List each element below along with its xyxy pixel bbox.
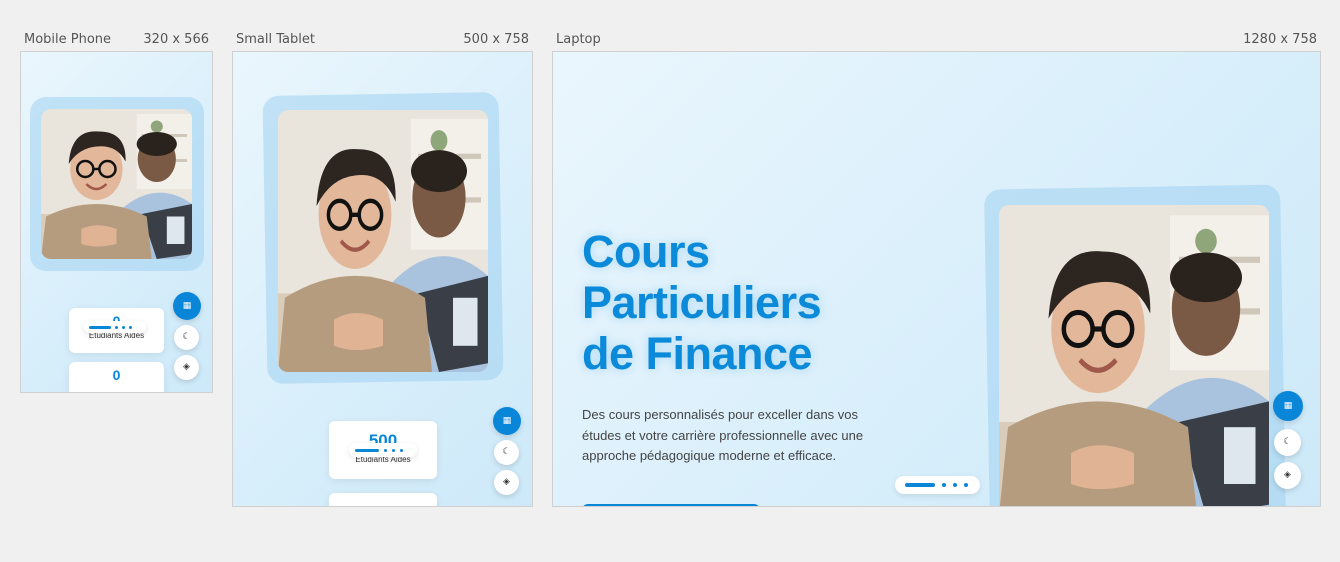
laptop-preview: Laptop 1280 x 758 Cours Particuliers de … [552,32,1321,507]
language-button[interactable]: ◈ [494,470,519,495]
stat-card: 0 Étudiants Aidés [69,308,164,353]
tutor-photo-art [999,205,1269,506]
indicator-dot [384,448,387,452]
hero-description-line: études et votre carrière professionnelle… [582,427,864,443]
indicator-dot [400,448,403,452]
device-name: Mobile Phone [24,32,112,47]
indicator-dot [115,325,118,329]
indicator-dot [122,325,125,329]
tutor-photo [999,205,1269,506]
hero-title-line: Cours [582,226,710,277]
indicator-active [89,325,111,329]
tablet-preview: Small Tablet 500 x 758 ▦ ☾ ◈ 500 Étudian… [232,32,533,507]
device-dimensions: 1280 x 758 [1243,32,1317,47]
indicator-active [355,448,379,452]
tutor-photo [41,109,192,259]
hero-description-line: approche pédagogique moderne et efficace… [582,448,837,463]
hero-title: Cours Particuliers de Finance [582,226,822,379]
device-name: Small Tablet [236,32,315,47]
moon-icon: ☾ [502,447,511,457]
indicator-active[interactable] [905,483,935,487]
calendar-button[interactable]: ▦ [1273,391,1303,421]
moon-icon: ☾ [1283,437,1292,447]
device-name: Laptop [556,32,601,47]
language-button[interactable]: ◈ [174,355,199,380]
hero-title-line: de Finance [582,328,813,379]
device-frame: Cours Particuliers de Finance Des cours … [552,51,1321,507]
device-dimensions: 500 x 758 [463,32,529,47]
calendar-button[interactable]: ▦ [493,407,521,435]
indicator-dot [392,448,395,452]
theme-toggle[interactable]: ☾ [494,440,519,465]
theme-toggle[interactable]: ☾ [1274,429,1301,456]
stat-card: 0 [69,362,164,392]
device-header: Laptop 1280 x 758 [552,32,1321,48]
carousel-indicator [84,321,146,333]
device-header: Mobile Phone 320 x 566 [20,32,213,48]
stat-value: 0 [112,367,121,383]
mobile-preview: Mobile Phone 320 x 566 ▦ ☾ ◈ Étudiants A… [20,32,213,393]
globe-icon: ◈ [183,362,190,372]
theme-toggle[interactable]: ☾ [174,325,199,350]
device-frame: ▦ ☾ ◈ 500 Étudiants Aidés [232,51,533,507]
carousel-indicator[interactable] [895,476,980,494]
device-frame: ▦ ☾ ◈ 0 Étudiants Aidés 0 [20,51,213,393]
calendar-icon: ▦ [1283,400,1293,411]
calendar-icon: ▦ [502,415,512,426]
device-header: Small Tablet 500 x 758 [232,32,533,48]
carousel-indicator [349,443,417,457]
indicator-dot [129,325,132,329]
tutor-photo [278,110,488,372]
hero-description: Des cours personnalisés pour exceller da… [582,405,863,467]
globe-icon: ◈ [503,477,510,487]
indicator-dot[interactable] [953,483,957,487]
stat-card: 500 Étudiants Aidés [329,421,437,479]
tutor-photo-art [41,109,192,259]
language-button[interactable]: ◈ [1274,462,1301,489]
hero-description-line: Des cours personnalisés pour exceller da… [582,407,859,422]
calendar-icon: ▦ [182,300,192,311]
indicator-dot[interactable] [942,483,946,487]
moon-icon: ☾ [182,332,191,342]
globe-icon: ◈ [1284,470,1291,480]
cta-button[interactable] [582,504,760,506]
device-dimensions: 320 x 566 [143,32,209,47]
tutor-photo-art [278,110,488,372]
indicator-dot[interactable] [964,483,968,487]
stat-card [329,493,437,506]
calendar-button[interactable]: ▦ [173,292,201,320]
hero-title-line: Particuliers [582,277,822,328]
